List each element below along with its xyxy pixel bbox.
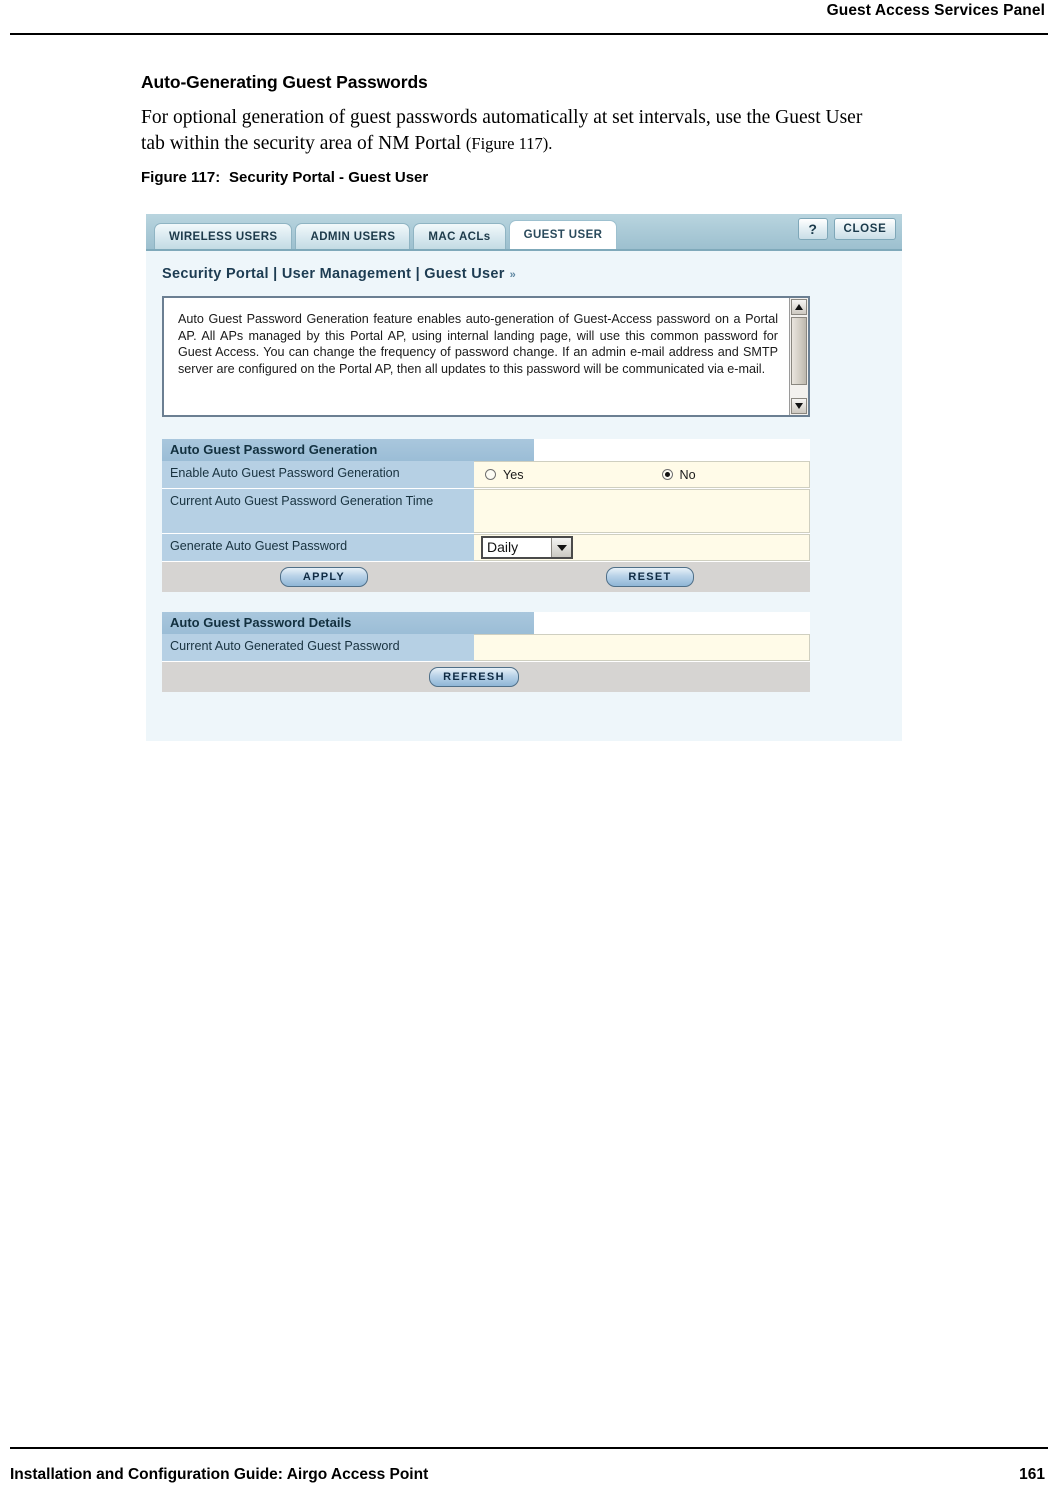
document-content: Auto-Generating Guest Passwords For opti… bbox=[141, 72, 1021, 196]
scroll-down-arrow-icon[interactable] bbox=[791, 398, 807, 414]
radio-option-no[interactable]: No bbox=[661, 467, 696, 482]
row-label-enable: Enable Auto Guest Password Generation bbox=[162, 461, 474, 488]
radio-option-yes[interactable]: Yes bbox=[485, 468, 524, 482]
footer-page-number: 161 bbox=[1019, 1466, 1045, 1483]
tab-bar-actions: ? CLOSE bbox=[798, 218, 896, 240]
tab-mac-acls[interactable]: MAC ACLs bbox=[413, 223, 506, 249]
enable-radio-group: Yes No bbox=[481, 468, 809, 482]
row-label-current-password: Current Auto Generated Guest Password bbox=[162, 634, 474, 661]
tab-list: WIRELESS USERS ADMIN USERS MAC ACLs GUES… bbox=[154, 220, 620, 249]
row-generate-auto-guest-password: Generate Auto Guest Password Daily bbox=[162, 534, 810, 562]
row-label-generate-frequency: Generate Auto Guest Password bbox=[162, 534, 474, 561]
refresh-button[interactable]: REFRESH bbox=[429, 667, 519, 687]
footer-divider bbox=[10, 1447, 1048, 1449]
breadcrumb-text: Security Portal | User Management | Gues… bbox=[162, 266, 505, 282]
page-header: Guest Access Services Panel bbox=[0, 0, 1051, 34]
panel-title-generation: Auto Guest Password Generation bbox=[162, 439, 534, 461]
page-footer: Installation and Configuration Guide: Ai… bbox=[10, 1466, 1045, 1484]
radio-yes-label: Yes bbox=[503, 467, 524, 482]
figure-caption-title: Security Portal - Guest User bbox=[229, 169, 429, 186]
reset-button[interactable]: RESET bbox=[606, 567, 694, 587]
row-value-current-time bbox=[474, 489, 810, 533]
description-scrollbar[interactable] bbox=[789, 298, 808, 415]
tab-admin-users[interactable]: ADMIN USERS bbox=[295, 223, 411, 249]
page-title: Auto-Generating Guest Passwords bbox=[141, 72, 428, 92]
figure-caption: Figure 117: Security Portal - Guest User bbox=[141, 169, 1021, 186]
scrollbar-thumb[interactable] bbox=[791, 317, 807, 385]
radio-no-label: No bbox=[679, 467, 696, 482]
row-enable-auto-guest-password-generation: Enable Auto Guest Password Generation Ye… bbox=[162, 461, 810, 489]
radio-yes-icon[interactable] bbox=[485, 469, 496, 480]
frequency-select-value: Daily bbox=[487, 539, 519, 555]
description-text: Auto Guest Password Generation feature e… bbox=[178, 312, 778, 376]
figure-screenshot-security-portal: WIRELESS USERS ADMIN USERS MAC ACLs GUES… bbox=[146, 214, 902, 741]
description-textarea[interactable]: Auto Guest Password Generation feature e… bbox=[162, 296, 810, 417]
panel-auto-guest-password-details: Auto Guest Password Details Current Auto… bbox=[162, 612, 810, 692]
body-paragraph: For optional generation of guest passwor… bbox=[141, 105, 871, 157]
details-button-bar: REFRESH bbox=[162, 662, 810, 692]
figure-reference: (Figure 117). bbox=[465, 134, 553, 153]
footer-guide-title: Installation and Configuration Guide: Ai… bbox=[10, 1466, 429, 1483]
header-divider bbox=[10, 33, 1048, 35]
generation-button-bar: APPLY RESET bbox=[162, 562, 810, 592]
breadcrumb: Security Portal | User Management | Gues… bbox=[146, 251, 902, 282]
tab-bar: WIRELESS USERS ADMIN USERS MAC ACLs GUES… bbox=[146, 214, 902, 251]
radio-no-icon[interactable] bbox=[661, 469, 673, 480]
tab-guest-user[interactable]: GUEST USER bbox=[508, 220, 618, 249]
running-head: Guest Access Services Panel bbox=[826, 2, 1045, 19]
panel-auto-guest-password-generation: Auto Guest Password Generation Enable Au… bbox=[162, 439, 810, 592]
close-button[interactable]: CLOSE bbox=[834, 218, 896, 240]
scroll-up-arrow-icon[interactable] bbox=[791, 299, 807, 315]
chevron-down-icon[interactable] bbox=[551, 538, 571, 557]
panel-title-details: Auto Guest Password Details bbox=[162, 612, 534, 634]
row-label-current-time: Current Auto Guest Password Generation T… bbox=[162, 489, 474, 533]
figure-caption-number: Figure 117: bbox=[141, 169, 221, 186]
frequency-select[interactable]: Daily bbox=[481, 536, 573, 559]
chevron-right-icon: » bbox=[509, 269, 516, 281]
help-button[interactable]: ? bbox=[798, 218, 828, 240]
row-value-current-password bbox=[474, 634, 810, 661]
row-value-enable: Yes No bbox=[474, 461, 810, 488]
tab-wireless-users[interactable]: WIRELESS USERS bbox=[154, 223, 293, 249]
apply-button[interactable]: APPLY bbox=[280, 567, 368, 587]
row-current-generated-password: Current Auto Generated Guest Password bbox=[162, 634, 810, 662]
row-value-generate-frequency: Daily bbox=[474, 534, 810, 561]
row-current-generation-time: Current Auto Guest Password Generation T… bbox=[162, 489, 810, 534]
